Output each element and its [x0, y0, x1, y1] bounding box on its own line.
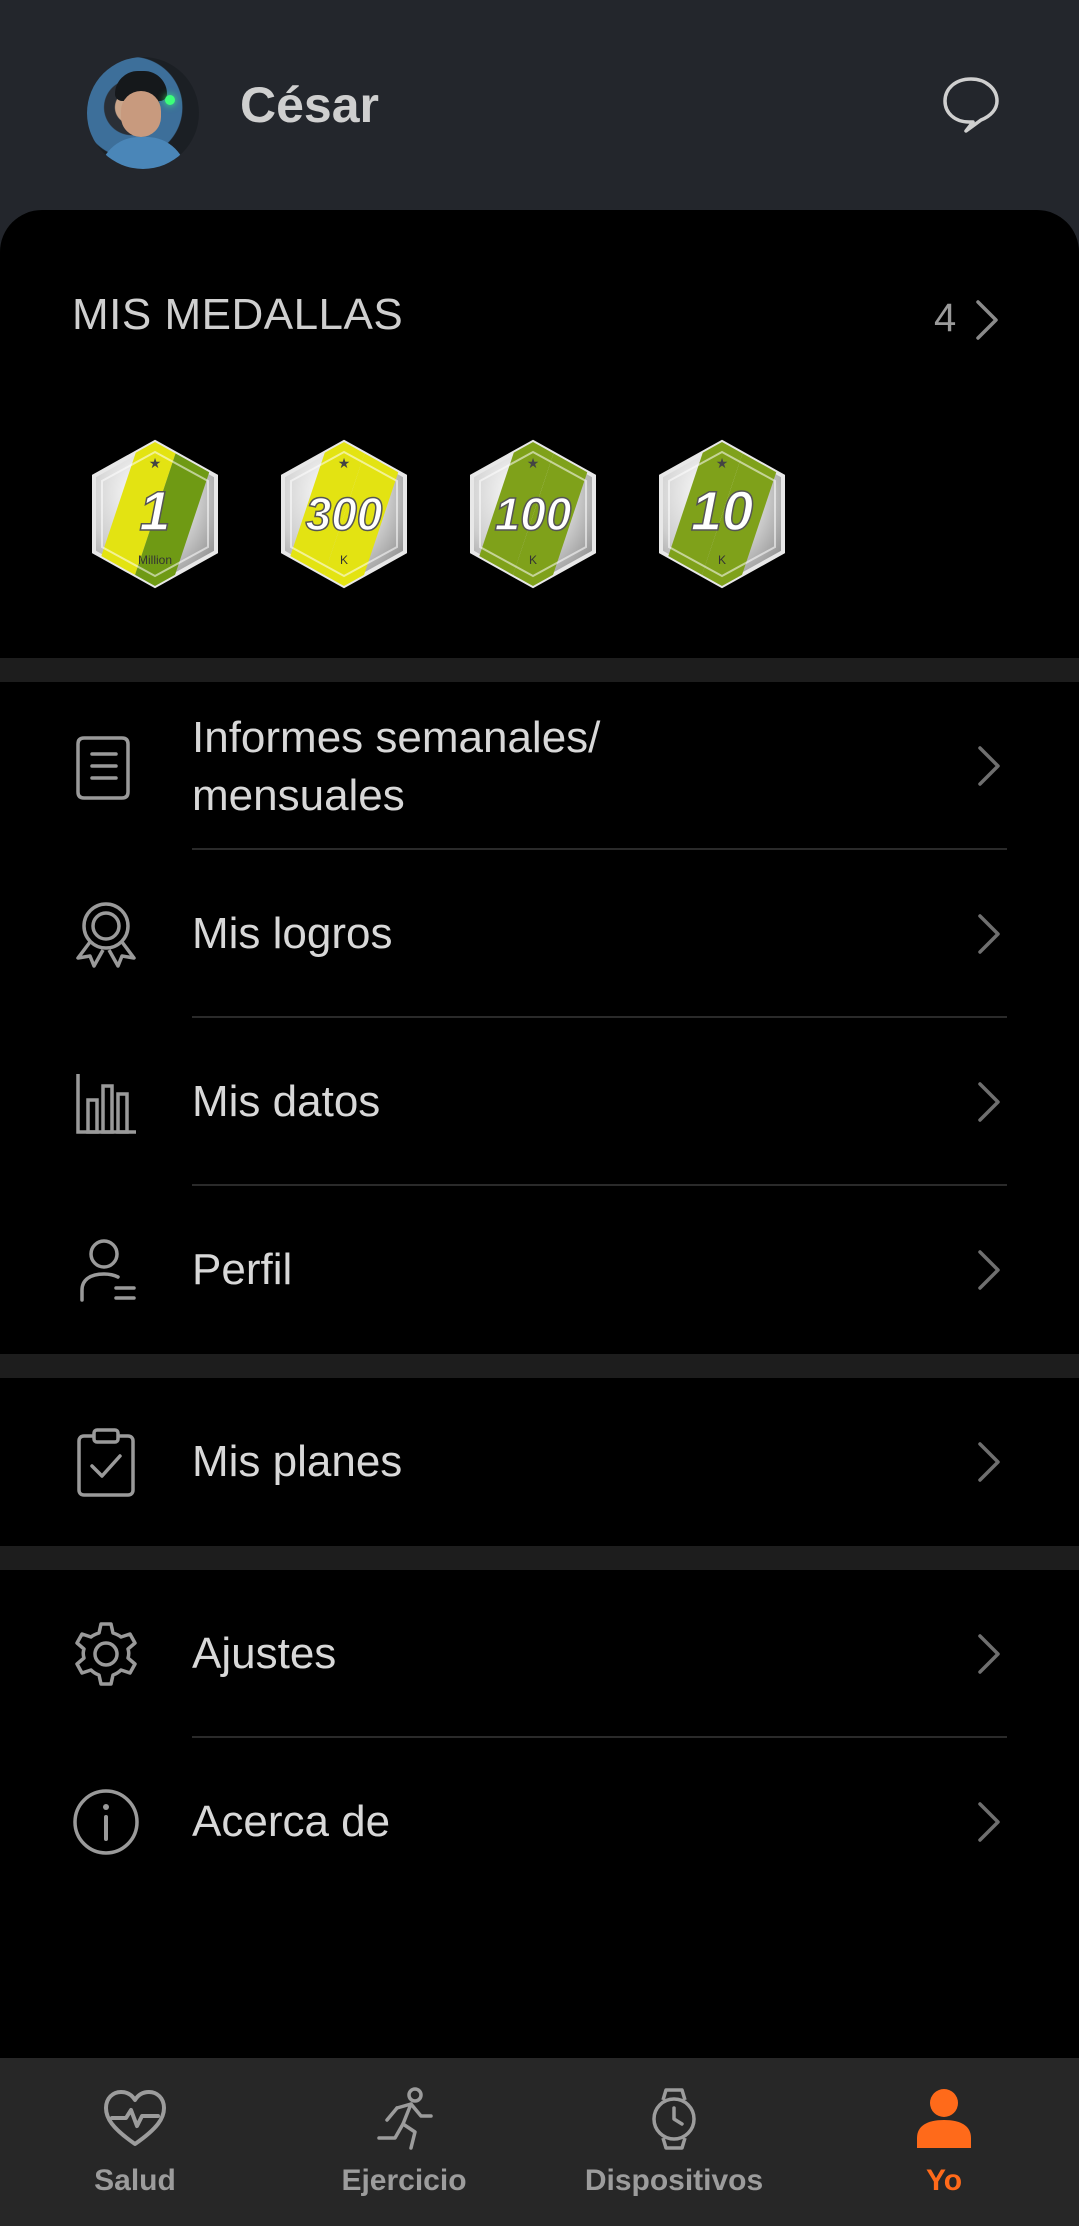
- chevron-right-icon: [978, 1082, 1000, 1122]
- medal-runner-icon: ★: [338, 456, 351, 472]
- profile-icon: [80, 1239, 136, 1302]
- chevron-right-icon: [978, 1442, 1000, 1482]
- medal-number: 1: [139, 479, 170, 542]
- medals-count[interactable]: 4: [934, 296, 956, 341]
- tab-yo[interactable]: Yo: [844, 2058, 1044, 2226]
- avatar[interactable]: [87, 57, 199, 169]
- menu-item-reports[interactable]: Informes semanales/ mensuales: [0, 682, 1079, 850]
- tab-label: Ejercicio: [341, 2164, 467, 2197]
- gear-icon: [75, 1622, 137, 1686]
- person-icon: [917, 2089, 971, 2148]
- message-icon[interactable]: [940, 73, 1002, 135]
- medal-caption: K: [718, 553, 726, 567]
- section-separator: [0, 1354, 1079, 1378]
- medal-caption: Million: [138, 553, 172, 567]
- tab-label: Salud: [94, 2164, 176, 2197]
- tab-ejercicio[interactable]: Ejercicio: [304, 2058, 504, 2226]
- menu-item-label: Ajustes: [192, 1629, 337, 1678]
- medal-badge[interactable]: 100 K ★: [462, 438, 604, 590]
- bottom-tab-bar: Salud Ejercicio Dispositivos Yo: [0, 2058, 1079, 2226]
- menu-item-achievements[interactable]: Mis logros: [0, 850, 1079, 1018]
- medal-caption: K: [340, 553, 348, 567]
- tab-dispositivos[interactable]: Dispositivos: [574, 2058, 774, 2226]
- report-icon: [76, 736, 130, 800]
- info-icon: [73, 1789, 139, 1855]
- heart-pulse-icon: [104, 2090, 166, 2146]
- medal-badge[interactable]: 300 K ★: [273, 438, 415, 590]
- medal-badge[interactable]: 1 Million ★: [84, 438, 226, 590]
- menu-item-about[interactable]: Acerca de: [0, 1738, 1079, 1906]
- chevron-right-icon: [978, 914, 1000, 954]
- running-icon: [377, 2087, 433, 2150]
- menu-item-label: Perfil: [192, 1245, 293, 1294]
- medals-title: MIS MEDALLAS: [72, 290, 404, 339]
- medal-caption: K: [529, 553, 537, 567]
- medal-runner-icon: ★: [527, 456, 540, 472]
- medals-chevron-right-icon[interactable]: [974, 298, 1000, 342]
- menu-item-label: Mis logros: [192, 909, 393, 958]
- section-separator: [0, 1546, 1079, 1570]
- watch-icon: [652, 2088, 696, 2150]
- medal-number: 100: [495, 488, 572, 540]
- section-separator: [0, 658, 1079, 682]
- medal-badge[interactable]: 10 K ★: [651, 438, 793, 590]
- medal-runner-icon: ★: [716, 456, 729, 472]
- menu-item-label: Mis datos: [192, 1077, 381, 1126]
- tab-salud[interactable]: Salud: [35, 2058, 235, 2226]
- chevron-right-icon: [978, 1802, 1000, 1842]
- chevron-right-icon: [978, 1634, 1000, 1674]
- menu-item-label: Acerca de: [192, 1797, 391, 1846]
- bar-chart-icon: [76, 1074, 136, 1134]
- menu-item-label: Informes semanales/: [192, 713, 601, 762]
- menu-item-my-data[interactable]: Mis datos: [0, 1018, 1079, 1186]
- clipboard-check-icon: [77, 1428, 135, 1497]
- menu-item-profile[interactable]: Perfil: [0, 1186, 1079, 1354]
- menu-item-settings[interactable]: Ajustes: [0, 1570, 1079, 1738]
- medal-runner-icon: ★: [149, 456, 162, 472]
- menu-item-plans[interactable]: Mis planes: [0, 1378, 1079, 1546]
- tab-label: Dispositivos: [584, 2164, 764, 2197]
- chevron-right-icon: [978, 746, 1000, 786]
- chevron-right-icon: [978, 1250, 1000, 1290]
- menu-item-label: mensuales: [192, 771, 405, 820]
- tab-label: Yo: [925, 2164, 963, 2197]
- medal-number: 300: [306, 488, 383, 540]
- medal-number: 10: [691, 479, 753, 542]
- award-icon: [76, 902, 136, 968]
- username[interactable]: César: [240, 76, 379, 134]
- menu-item-label: Mis planes: [192, 1437, 403, 1486]
